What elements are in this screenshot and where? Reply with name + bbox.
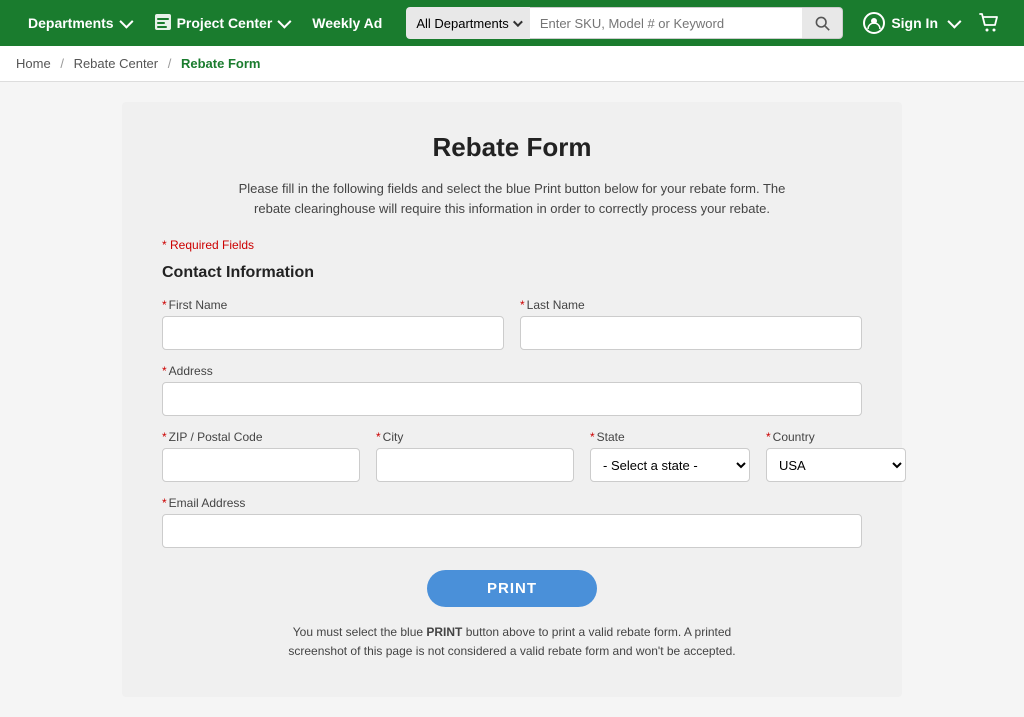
first-name-group: *First Name — [162, 298, 504, 350]
dept-chevron-icon — [513, 17, 523, 27]
state-group: *State - Select a state - AL AK AZ CA CO… — [590, 430, 750, 482]
state-select[interactable]: - Select a state - AL AK AZ CA CO FL GA … — [590, 448, 750, 482]
breadcrumb-current: Rebate Form — [181, 56, 260, 71]
signin-button[interactable]: Sign In — [855, 0, 966, 46]
project-center-chevron-icon — [278, 15, 292, 29]
city-label: *City — [376, 430, 574, 444]
name-row: *First Name *Last Name — [162, 298, 862, 350]
state-label: *State — [590, 430, 750, 444]
search-input[interactable] — [530, 7, 803, 39]
email-row: *Email Address — [162, 496, 862, 548]
address-label: *Address — [162, 364, 862, 378]
breadcrumb-separator-1: / — [60, 56, 64, 71]
header: Departments Project Center Weekly Ad All… — [0, 0, 1024, 46]
zip-group: *ZIP / Postal Code — [162, 430, 360, 482]
last-name-label: *Last Name — [520, 298, 862, 312]
contact-info-heading: Contact Information — [162, 264, 862, 282]
search-bar: All Departments — [406, 7, 843, 39]
last-name-group: *Last Name — [520, 298, 862, 350]
user-icon — [863, 12, 885, 34]
address-group: *Address — [162, 364, 862, 416]
country-select[interactable]: USA Canada Mexico — [766, 448, 906, 482]
cart-icon — [978, 12, 1000, 34]
last-name-input[interactable] — [520, 316, 862, 350]
city-input[interactable] — [376, 448, 574, 482]
all-departments-dropdown[interactable]: All Departments — [406, 7, 529, 39]
all-departments-label: All Departments — [416, 16, 508, 31]
first-name-label: *First Name — [162, 298, 504, 312]
form-title: Rebate Form — [162, 132, 862, 163]
print-note: You must select the blue PRINT button ab… — [262, 623, 762, 661]
email-group: *Email Address — [162, 496, 862, 548]
email-input[interactable] — [162, 514, 862, 548]
city-group: *City — [376, 430, 574, 482]
print-btn-row: PRINT — [162, 570, 862, 607]
weekly-ad-label: Weekly Ad — [312, 15, 382, 31]
main-content: Rebate Form Please fill in the following… — [0, 82, 1024, 717]
first-name-input[interactable] — [162, 316, 504, 350]
weekly-ad-nav-item[interactable]: Weekly Ad — [300, 0, 394, 46]
form-description: Please fill in the following fields and … — [232, 179, 792, 218]
email-label: *Email Address — [162, 496, 862, 510]
search-icon — [814, 15, 830, 31]
departments-nav-item[interactable]: Departments — [16, 0, 142, 46]
country-group: *Country USA Canada Mexico — [766, 430, 906, 482]
form-container: Rebate Form Please fill in the following… — [122, 102, 902, 697]
zip-label: *ZIP / Postal Code — [162, 430, 360, 444]
breadcrumb: Home / Rebate Center / Rebate Form — [0, 46, 1024, 82]
breadcrumb-rebate-center[interactable]: Rebate Center — [74, 56, 159, 71]
cart-button[interactable] — [970, 0, 1008, 46]
project-center-nav-item[interactable]: Project Center — [142, 0, 301, 46]
header-right: Sign In — [855, 0, 1008, 46]
departments-label: Departments — [28, 15, 114, 31]
print-button[interactable]: PRINT — [427, 570, 597, 607]
address-row: *Address — [162, 364, 862, 416]
zip-input[interactable] — [162, 448, 360, 482]
signin-chevron-icon — [947, 15, 961, 29]
search-button[interactable] — [802, 7, 843, 39]
breadcrumb-separator-2: / — [168, 56, 172, 71]
required-note: * Required Fields — [162, 238, 862, 252]
address-input[interactable] — [162, 382, 862, 416]
project-center-icon — [154, 13, 172, 34]
breadcrumb-home[interactable]: Home — [16, 56, 51, 71]
location-row: *ZIP / Postal Code *City *State - Select… — [162, 430, 862, 482]
signin-label: Sign In — [891, 15, 938, 31]
project-center-label: Project Center — [177, 15, 273, 31]
country-label: *Country — [766, 430, 906, 444]
departments-chevron-icon — [119, 15, 133, 29]
